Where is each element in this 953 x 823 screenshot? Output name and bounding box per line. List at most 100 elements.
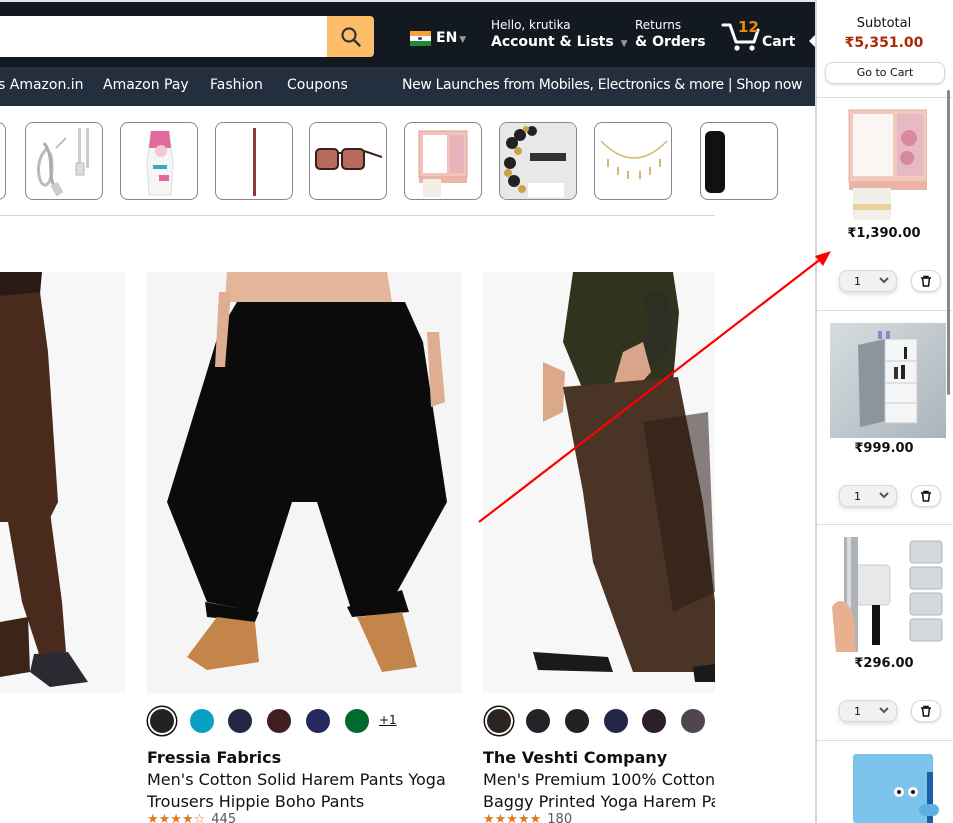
recent-item-pink-cabinet[interactable] [404, 122, 482, 200]
divider [817, 524, 953, 525]
india-flag-icon [410, 30, 431, 46]
recent-item-necklace[interactable] [594, 122, 672, 200]
color-swatch[interactable] [150, 709, 174, 733]
divider [817, 310, 953, 311]
recent-item-baby-lotion[interactable] [120, 122, 198, 200]
chevron-down-icon [879, 707, 889, 714]
bag-image [705, 131, 725, 193]
quantity-dropdown[interactable]: 1 [839, 700, 897, 722]
black-harem-pants-image [147, 272, 462, 693]
product-rating[interactable]: ★★★★★ 180 [483, 812, 572, 823]
sunglasses-image [315, 148, 383, 170]
quantity-value: 1 [854, 490, 861, 503]
greeting-text: Hello, krutika [491, 18, 571, 32]
recent-item-sunglasses[interactable] [309, 122, 387, 200]
pink-cabinet-image [418, 130, 468, 197]
product-brand: Fressia Fabrics [147, 748, 282, 767]
product-image-brown-pants[interactable] [0, 272, 125, 693]
search-input[interactable] [0, 16, 328, 57]
recent-item-partial[interactable] [0, 122, 6, 200]
recent-item-bag-partial[interactable] [700, 122, 778, 200]
product-title-line: Men's Premium 100% Cotton I [483, 770, 715, 789]
color-swatch[interactable] [565, 709, 589, 733]
nav-bar: s Amazon.in Amazon Pay Fashion Coupons N… [0, 67, 815, 106]
product-title-line: Baggy Printed Yoga Harem Pai [483, 792, 715, 811]
caret-down-icon: ▼ [459, 35, 467, 45]
color-swatch[interactable] [267, 709, 291, 733]
color-swatch[interactable] [228, 709, 252, 733]
recent-item-lip-liner[interactable] [215, 122, 293, 200]
language-selector[interactable]: EN ▼ [410, 30, 466, 46]
product-rating[interactable]: ★★★★☆ 445 [147, 812, 236, 823]
nav-item-amazon-in[interactable]: s Amazon.in [0, 77, 84, 93]
language-label: EN [436, 30, 458, 46]
nav-item-coupons[interactable]: Coupons [287, 77, 348, 93]
top-header: EN ▼ Hello, krutika Account & Lists ▼ Re… [0, 0, 815, 67]
caret-down-icon: ▼ [620, 39, 628, 49]
quantity-dropdown[interactable]: 1 [839, 485, 897, 507]
nav-promo-link[interactable]: New Launches from Mobiles, Electronics &… [402, 77, 803, 93]
cart-item-image[interactable] [830, 323, 946, 438]
product-title-line: Men's Cotton Solid Harem Pants Yoga [147, 770, 446, 789]
cart-item-image[interactable] [847, 108, 927, 223]
more-colors-link[interactable]: +1 [379, 713, 397, 727]
trash-icon [921, 275, 931, 287]
search-button[interactable] [327, 16, 374, 57]
color-swatch[interactable] [487, 709, 511, 733]
cart-item-image[interactable] [830, 537, 946, 652]
cart-button[interactable]: 12 Cart [721, 16, 801, 56]
go-to-cart-button[interactable]: Go to Cart [825, 62, 945, 84]
pink-bathroom-cabinet-image [847, 108, 927, 223]
quantity-dropdown[interactable]: 1 [839, 270, 897, 292]
account-lists-menu[interactable]: Hello, krutika Account & Lists ▼ [491, 18, 628, 53]
strip-divider [0, 215, 715, 216]
wall-mop-holder-image [830, 537, 946, 652]
product-brand: The Veshti Company [483, 748, 668, 767]
color-swatch[interactable] [526, 709, 550, 733]
cart-item-image[interactable] [827, 752, 943, 823]
color-swatch[interactable] [681, 709, 705, 733]
cart-sidebar: Subtotal ₹5,351.00 Go to Cart ₹1,390.00 … [815, 0, 953, 823]
product-title-line: Trousers Hippie Boho Pants [147, 792, 365, 811]
color-swatch[interactable] [306, 709, 330, 733]
rating-count: 445 [211, 812, 237, 823]
star-rating-icon: ★★★★☆ [147, 812, 206, 823]
nav-item-fashion[interactable]: Fashion [210, 77, 263, 93]
white-mirror-cabinet-image [830, 323, 946, 438]
star-rating-icon: ★★★★★ [483, 812, 542, 823]
color-swatch[interactable] [604, 709, 628, 733]
recent-item-usb-cable[interactable] [25, 122, 103, 200]
divider [817, 97, 953, 98]
product-image-black-pants[interactable] [147, 272, 462, 693]
returns-orders-link[interactable]: Returns & Orders [635, 18, 706, 51]
search-icon [340, 26, 361, 47]
product-image-printed-pants[interactable] [483, 272, 715, 693]
rating-count: 180 [547, 812, 573, 823]
color-swatch[interactable] [642, 709, 666, 733]
delete-item-button[interactable] [911, 270, 941, 292]
orders-label: & Orders [635, 34, 706, 50]
cart-item-price: ₹999.00 [854, 441, 914, 456]
printed-harem-pants-image [483, 272, 715, 693]
subtotal-amount: ₹5,351.00 [844, 35, 924, 51]
color-swatch[interactable] [345, 709, 369, 733]
quantity-value: 1 [854, 705, 861, 718]
cart-item-price: ₹1,390.00 [847, 226, 921, 241]
cart-label: Cart [762, 34, 796, 50]
cart-item-price: ₹296.00 [854, 656, 914, 671]
color-swatch[interactable] [190, 709, 214, 733]
nav-item-amazon-pay[interactable]: Amazon Pay [103, 77, 189, 93]
divider [817, 740, 953, 741]
baby-lotion-image [146, 130, 174, 196]
blue-diary-image [827, 752, 943, 823]
chevron-down-icon [879, 492, 889, 499]
trash-icon [921, 490, 931, 502]
delete-item-button[interactable] [911, 485, 941, 507]
delete-item-button[interactable] [911, 700, 941, 722]
amazon-page: EN ▼ Hello, krutika Account & Lists ▼ Re… [0, 0, 953, 823]
product-title[interactable]: Men's Premium 100% Cotton I Baggy Printe… [483, 769, 715, 813]
product-title[interactable]: Men's Cotton Solid Harem Pants Yoga Trou… [147, 769, 467, 813]
sidebar-scrollbar[interactable] [947, 90, 950, 395]
account-lists-label: Account & Lists [491, 34, 614, 50]
recent-item-balloon-decor[interactable] [499, 122, 577, 200]
